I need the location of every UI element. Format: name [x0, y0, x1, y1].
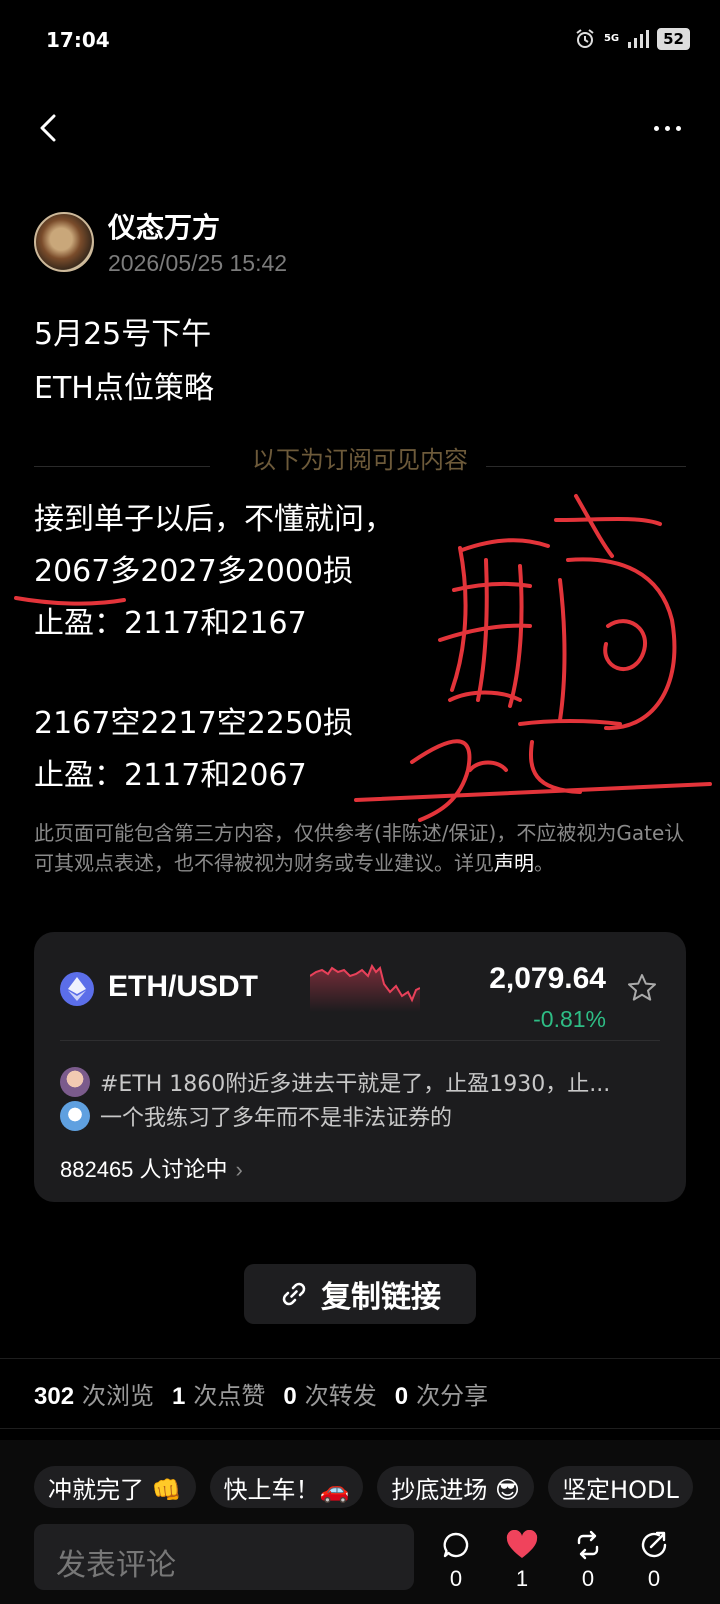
ticker-change: -0.81% — [533, 1006, 606, 1032]
status-icons: 5G 52 — [574, 28, 690, 50]
trading-pair: ETH/USDT — [108, 970, 258, 1003]
disclaimer-end: 。 — [534, 851, 554, 875]
back-button[interactable] — [30, 108, 70, 148]
reaction-chip[interactable]: 抄底进场 😎 — [377, 1466, 535, 1508]
like-button[interactable]: 1 — [502, 1530, 542, 1592]
likes-label: 次点赞 — [193, 1382, 266, 1410]
ticker-comment-text: #ETH 1860附近多进去干就是了，止盈1930，止... — [100, 1072, 611, 1097]
ticker-price: 2,079.64 — [489, 962, 606, 995]
alarm-icon — [576, 29, 594, 48]
body-line: 2067多2027多2000损 — [34, 554, 354, 589]
status-bar: 17:04 5G 52 — [0, 0, 720, 84]
copy-link-button[interactable]: 复制链接 — [244, 1264, 476, 1324]
views-count: 302 — [34, 1383, 75, 1410]
comment-button[interactable]: 0 — [436, 1530, 476, 1592]
post-timestamp: 2026/05/25 15:42 — [108, 250, 288, 276]
status-time: 17:04 — [46, 28, 110, 52]
ticker-comment[interactable]: 一个我练习了多年而不是非法证券的 — [60, 1100, 660, 1132]
more-dot-icon — [675, 125, 681, 131]
body-line: 止盈：2117和2067 — [34, 758, 307, 793]
comment-input[interactable]: 发表评论 — [34, 1524, 414, 1590]
post-body: 接到单子以后，不懂就问， 2067多2027多2000损 止盈：2117和216… — [34, 494, 394, 802]
views-label: 次浏览 — [82, 1382, 155, 1410]
shares-label: 次分享 — [416, 1382, 489, 1410]
like-count: 1 — [515, 1566, 529, 1591]
eth-icon — [60, 972, 94, 1006]
body-line: 接到单子以后，不懂就问， — [34, 502, 394, 537]
more-options-button[interactable] — [642, 108, 692, 148]
ticker-card[interactable]: ETH/USDT 2,079.64 -0.81% #ETH 1860附近多进去干… — [34, 932, 686, 1202]
reaction-chip[interactable]: 坚定HODL — [548, 1466, 693, 1508]
chevron-right-icon: › — [235, 1157, 243, 1182]
commenter-avatar — [60, 1067, 90, 1097]
disclaimer-link[interactable]: 声明 — [494, 851, 534, 875]
repost-button[interactable]: 0 — [568, 1530, 608, 1592]
shares-count: 0 — [394, 1383, 409, 1410]
heart-icon — [506, 1530, 538, 1558]
reaction-chips: 冲就完了 👊 快上车！🚗 抄底进场 😎 坚定HODL — [34, 1466, 693, 1508]
body-line: 2167空2217空2250损 — [34, 706, 354, 741]
reposts-label: 次转发 — [304, 1382, 377, 1410]
post-stats: 302 次浏览 1 次点赞 0 次转发 0 次分享 — [34, 1376, 488, 1411]
link-icon — [282, 1282, 306, 1306]
ticker-comment-text: 一个我练习了多年而不是非法证券的 — [100, 1106, 453, 1131]
network-type: 5G — [603, 33, 620, 44]
share-icon — [641, 1531, 667, 1558]
battery-indicator: 52 — [657, 28, 690, 50]
reposts-count: 0 — [283, 1383, 297, 1410]
author-name[interactable]: 仪态万方 — [108, 206, 220, 246]
disclaimer: 此页面可能包含第三方内容，仅供参考(非陈述/保证)，不应被视为Gate认可其观点… — [34, 818, 686, 878]
reaction-chip[interactable]: 冲就完了 👊 — [34, 1466, 196, 1508]
likes-count: 1 — [172, 1383, 186, 1410]
chevron-left-icon — [40, 114, 56, 142]
repost-icon — [577, 1530, 599, 1560]
author-avatar[interactable] — [34, 212, 94, 272]
share-count: 0 — [647, 1566, 661, 1591]
star-icon[interactable] — [626, 972, 658, 1004]
repost-count: 0 — [581, 1566, 595, 1591]
discussion-count[interactable]: 882465 人讨论中 › — [60, 1152, 243, 1184]
copy-link-label: 复制链接 — [321, 1280, 441, 1315]
separator — [0, 1428, 720, 1429]
commenter-avatar — [60, 1101, 90, 1131]
card-separator — [60, 1040, 660, 1041]
reaction-chip[interactable]: 快上车！🚗 — [209, 1466, 364, 1508]
subscriber-content-divider: 以下为订阅可见内容 — [252, 446, 468, 474]
signal-icon — [628, 30, 650, 48]
post-title: 5月25号下午 ETH点位策略 — [34, 308, 214, 416]
comment-icon — [443, 1532, 469, 1558]
separator — [0, 1358, 720, 1359]
disclaimer-text: 此页面可能包含第三方内容，仅供参考(非陈述/保证)，不应被视为Gate认可其观点… — [34, 821, 685, 875]
share-button[interactable]: 0 — [634, 1530, 674, 1592]
more-dot-icon — [653, 125, 659, 131]
comment-count: 0 — [449, 1566, 463, 1591]
post-title-line: 5月25号下午 — [34, 317, 212, 352]
price-sparkline — [310, 963, 420, 1012]
body-line: 止盈：2117和2167 — [34, 606, 307, 641]
more-dot-icon — [664, 125, 670, 131]
ticker-comment[interactable]: #ETH 1860附近多进去干就是了，止盈1930，止... — [60, 1066, 660, 1098]
post-title-line: ETH点位策略 — [34, 371, 214, 406]
